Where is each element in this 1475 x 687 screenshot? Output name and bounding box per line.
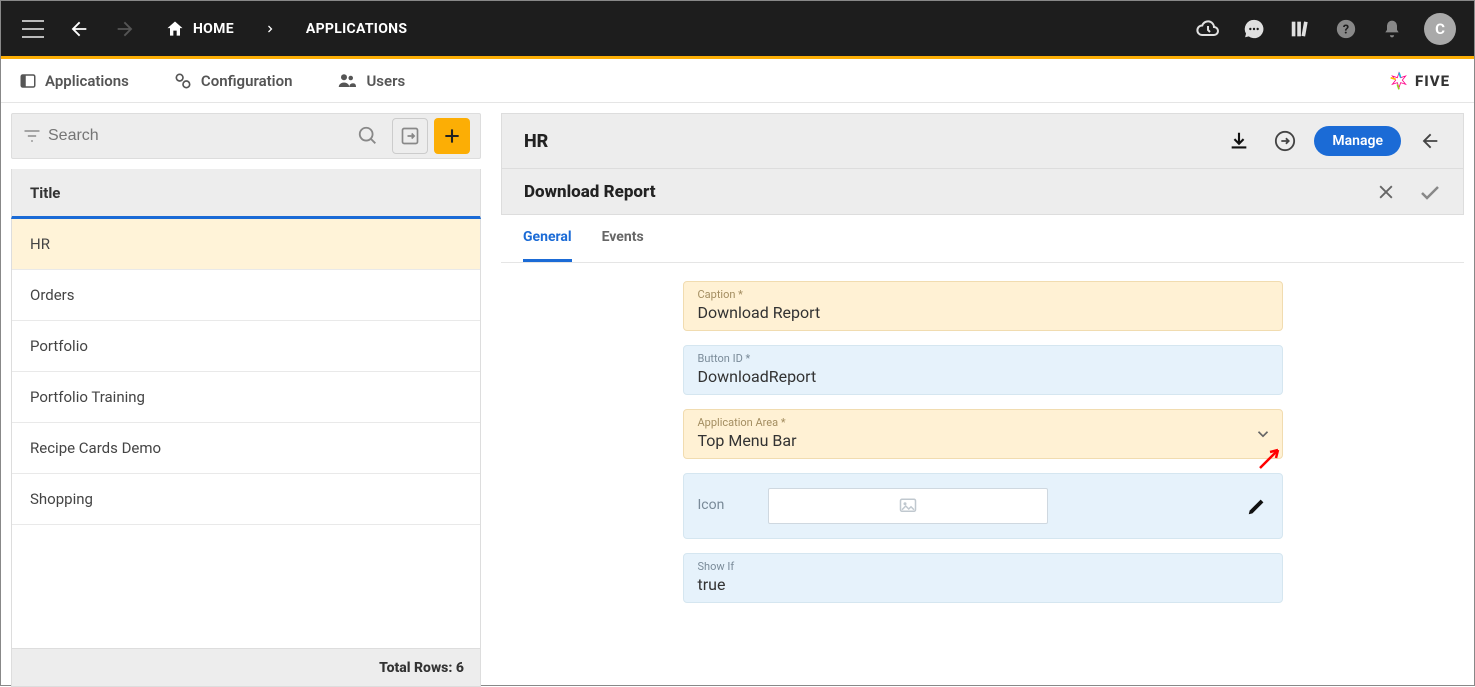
detail-actions: Manage	[1222, 124, 1447, 158]
list-title-header[interactable]: Title	[11, 169, 481, 219]
left-panel: Title HR Orders Portfolio Portfolio Trai…	[1, 103, 491, 687]
detail-title: HR	[524, 131, 1222, 152]
app-tabs: Applications Configuration Users FIVE	[1, 59, 1474, 103]
appbar: HOME APPLICATIONS ? C	[1, 1, 1474, 56]
home-icon	[165, 19, 185, 39]
forward-icon	[111, 15, 139, 43]
window-icon	[19, 72, 37, 90]
sub-header: Download Report	[501, 169, 1464, 215]
panel-back-icon[interactable]	[1413, 124, 1447, 158]
field-caption[interactable]: Caption * Download Report	[683, 281, 1283, 331]
list-item-label: Portfolio	[30, 337, 88, 355]
breadcrumb-applications[interactable]: APPLICATIONS	[306, 21, 407, 37]
brand-text: FIVE	[1415, 72, 1450, 90]
right-panel: HR Manage Download Report	[491, 103, 1474, 687]
form-tabs: General Events	[501, 215, 1464, 263]
search-icon[interactable]	[350, 118, 386, 154]
list-item-label: HR	[30, 235, 50, 253]
apptab-users[interactable]: Users	[336, 72, 405, 90]
tab-general[interactable]: General	[523, 215, 572, 262]
list-item-label: Recipe Cards Demo	[30, 439, 161, 457]
chevron-right-icon	[264, 23, 276, 35]
field-icon: Icon	[683, 473, 1283, 539]
field-value: Top Menu Bar	[698, 431, 1268, 450]
field-label: Application Area *	[698, 416, 1268, 429]
import-icon[interactable]	[392, 118, 428, 154]
svg-text:?: ?	[1343, 22, 1349, 37]
apptab-label: Applications	[45, 72, 129, 90]
help-icon[interactable]: ?	[1332, 15, 1360, 43]
add-button[interactable]	[434, 118, 470, 154]
list-item-label: Shopping	[30, 490, 93, 508]
image-placeholder-icon	[897, 497, 919, 515]
search-input[interactable]	[48, 127, 344, 145]
search-row	[11, 113, 481, 159]
field-label: Show If	[698, 560, 1268, 573]
plus-icon	[442, 126, 462, 146]
download-icon[interactable]	[1222, 124, 1256, 158]
manage-button[interactable]: Manage	[1314, 126, 1401, 156]
apptab-label: Configuration	[201, 72, 293, 90]
tab-label: Events	[602, 229, 644, 245]
field-show-if[interactable]: Show If true	[683, 553, 1283, 603]
form-area: Caption * Download Report Button ID * Do…	[501, 281, 1464, 603]
filter-icon[interactable]	[22, 126, 42, 146]
apptab-applications[interactable]: Applications	[19, 72, 129, 90]
breadcrumb-home[interactable]: HOME	[165, 19, 234, 39]
list-items: HR Orders Portfolio Portfolio Training R…	[12, 219, 480, 648]
tab-events[interactable]: Events	[602, 215, 644, 262]
icon-preview[interactable]	[768, 488, 1048, 524]
title-header-label: Title	[30, 184, 60, 202]
tab-label: General	[523, 229, 572, 245]
list-item[interactable]: Recipe Cards Demo	[12, 423, 480, 474]
field-value: Download Report	[698, 303, 1268, 322]
apptab-label: Users	[366, 72, 405, 90]
field-button-id[interactable]: Button ID * DownloadReport	[683, 345, 1283, 395]
five-star-icon	[1389, 71, 1409, 91]
library-icon[interactable]	[1286, 15, 1314, 43]
close-icon[interactable]	[1369, 175, 1403, 209]
appbar-left: HOME APPLICATIONS	[19, 15, 407, 43]
gears-icon	[173, 71, 193, 91]
users-icon	[336, 72, 358, 90]
appbar-right: ? C	[1194, 13, 1456, 45]
home-label: HOME	[193, 21, 234, 37]
list-footer: Total Rows: 6	[12, 648, 480, 686]
field-value: DownloadReport	[698, 367, 1268, 386]
field-application-area[interactable]: Application Area * Top Menu Bar	[683, 409, 1283, 459]
field-value: true	[698, 575, 1268, 594]
deploy-icon[interactable]	[1268, 124, 1302, 158]
avatar[interactable]: C	[1424, 13, 1456, 45]
field-label: Caption *	[698, 288, 1268, 301]
list-item[interactable]: Portfolio Training	[12, 372, 480, 423]
main-layout: Title HR Orders Portfolio Portfolio Trai…	[1, 103, 1474, 687]
back-icon[interactable]	[65, 15, 93, 43]
avatar-initial: C	[1435, 20, 1445, 38]
list-item[interactable]: Portfolio	[12, 321, 480, 372]
sub-title: Download Report	[524, 182, 1369, 202]
cloud-sync-icon[interactable]	[1194, 15, 1222, 43]
field-label: Icon	[698, 497, 725, 513]
edit-icon[interactable]	[1246, 495, 1268, 517]
list-footer-label: Total Rows: 6	[379, 660, 464, 676]
list-item-label: Orders	[30, 286, 75, 304]
list-item[interactable]: Shopping	[12, 474, 480, 525]
confirm-icon[interactable]	[1413, 175, 1447, 209]
hamburger-icon[interactable]	[19, 15, 47, 43]
list-item[interactable]: Orders	[12, 270, 480, 321]
apptab-configuration[interactable]: Configuration	[173, 71, 293, 91]
field-label: Button ID *	[698, 352, 1268, 365]
app-list: HR Orders Portfolio Portfolio Training R…	[11, 219, 481, 687]
chevron-down-icon[interactable]	[1254, 425, 1272, 443]
chat-icon[interactable]	[1240, 15, 1268, 43]
manage-label: Manage	[1332, 133, 1383, 149]
brand-logo: FIVE	[1389, 71, 1450, 91]
list-item[interactable]: HR	[12, 219, 480, 270]
bell-icon[interactable]	[1378, 15, 1406, 43]
detail-header: HR Manage	[501, 113, 1464, 169]
list-item-label: Portfolio Training	[30, 388, 145, 406]
